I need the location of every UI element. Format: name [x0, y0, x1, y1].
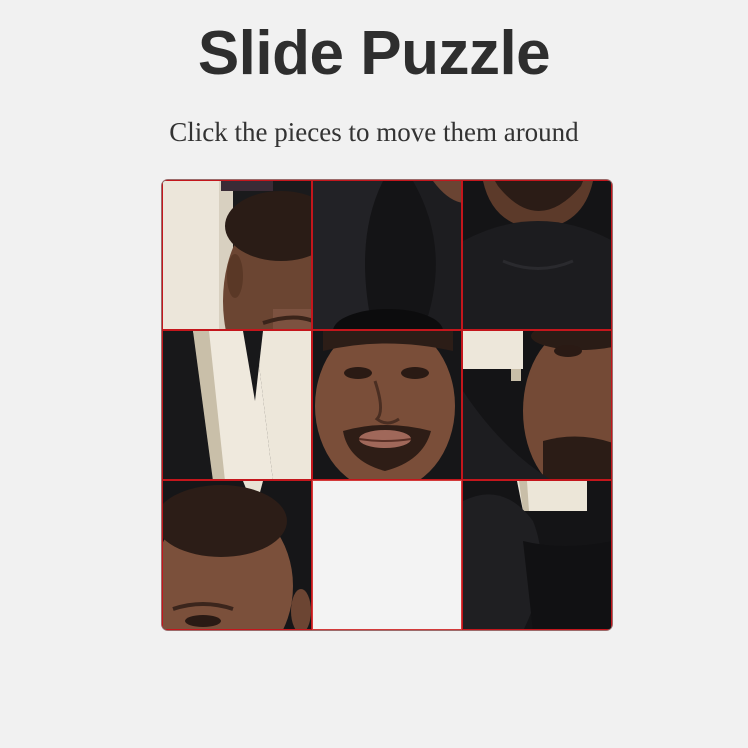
page: Slide Puzzle Click the pieces to move th…	[0, 0, 748, 748]
tile-image-dark-hood	[313, 181, 461, 329]
empty-slot	[312, 480, 462, 630]
puzzle-tile[interactable]	[162, 330, 312, 480]
puzzle-tile[interactable]	[312, 180, 462, 330]
tile-image-letter-and-head	[163, 181, 311, 329]
tile-image-head-top	[163, 481, 311, 629]
page-title: Slide Puzzle	[197, 19, 551, 88]
tile-image-chin-and-collar	[463, 181, 611, 329]
puzzle-board	[162, 180, 612, 630]
puzzle-tile[interactable]	[312, 330, 462, 480]
instructions-text: Click the pieces to move them around	[169, 117, 579, 147]
puzzle-tile[interactable]	[462, 480, 612, 630]
tile-image-letter-v	[163, 331, 311, 479]
puzzle-tile[interactable]	[462, 180, 612, 330]
puzzle-tile[interactable]	[162, 480, 312, 630]
tile-image-face-side	[463, 331, 611, 479]
puzzle-tile[interactable]	[462, 330, 612, 480]
tile-image-face-center	[313, 331, 461, 479]
tile-image-shoulder	[463, 481, 611, 629]
puzzle-tile[interactable]	[162, 180, 312, 330]
